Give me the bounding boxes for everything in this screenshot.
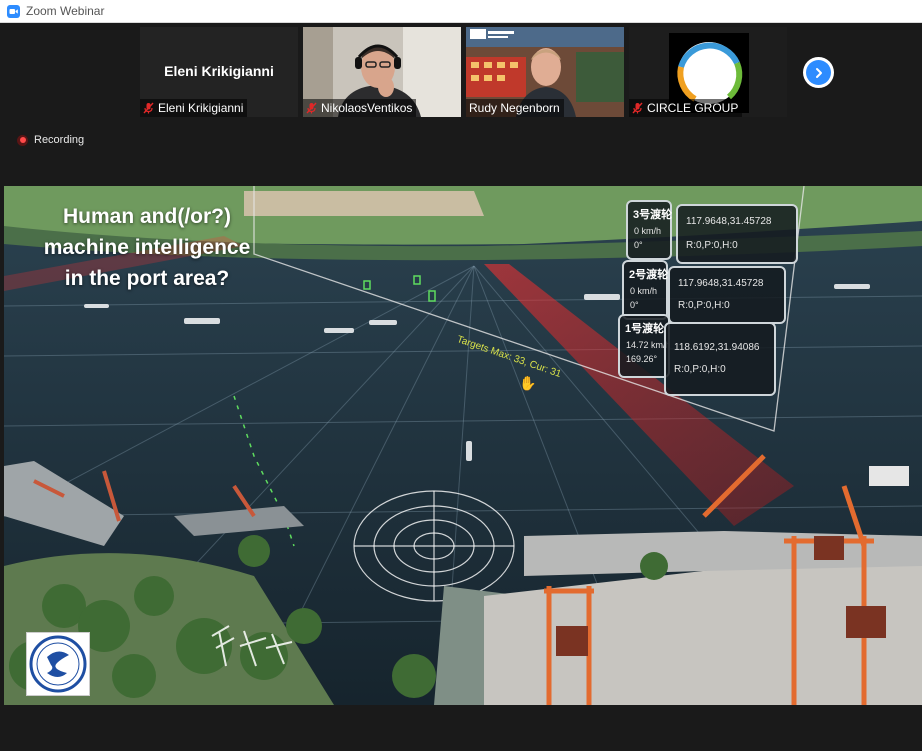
ship-orientation: R:0,P:0,H:0 [674,364,726,375]
ship-heading: 169.26° [626,354,658,364]
window-title: Zoom Webinar [26,4,105,18]
recording-dot-icon [17,134,28,146]
bottom-bar [0,705,922,751]
slide-heading-line: in the port area? [64,267,230,290]
recording-label: Recording [34,134,85,146]
recording-indicator[interactable]: Recording [17,134,84,146]
hand-cursor-icon: ✋ [519,375,537,391]
muted-mic-icon [143,102,154,114]
zoom-app-icon [7,4,20,18]
ship-coordinates: 117.9648,31.45728 [678,278,764,289]
ship-speed: 0 km/h [634,226,662,236]
ship-position-card: 117.9648,31.45728 R:0,P:0,H:0 [668,266,786,324]
chevron-right-icon [815,67,822,78]
ship-status-card: 3号渡轮 0 km/h 0° [626,200,672,260]
participant-name: Eleni Krikigianni [158,101,244,115]
title-bar: Zoom Webinar [0,0,922,23]
slide-heading-line: machine intelligence [43,236,251,259]
next-page-button[interactable] [803,57,834,88]
ship-name: 2号渡轮 [629,269,669,281]
ship-status-card: 1号渡轮 14.72 km/h 169.26° [618,314,671,378]
slide-heading-line: Human and(/or?) [63,205,231,228]
participant-name-label: CIRCLE GROUP [629,99,743,117]
ship-orientation: R:0,P:0,H:0 [686,240,738,251]
ship-name: 3号渡轮 [633,209,673,221]
participant-tile-active-speaker[interactable]: Rudy Negenborn [466,27,624,117]
participant-name: NikolaosVentikos [321,101,413,115]
muted-mic-icon [306,102,317,114]
participant-tile[interactable]: NikolaosVentikos [303,27,461,117]
ship-name: 1号渡轮 [625,323,665,335]
participant-name-label: Eleni Krikigianni [140,99,248,117]
next-page-button-inner [806,60,831,85]
ship-heading: 0° [634,240,643,250]
shared-screen: Human and(/or?) machine intelligence in … [4,186,922,705]
ship-coordinates: 118.6192,31.94086 [674,342,760,353]
ship-position-card: 118.6192,31.94086 R:0,P:0,H:0 [664,322,776,396]
participant-name: Rudy Negenborn [469,101,560,115]
ship-position-card: 117.9648,31.45728 R:0,P:0,H:0 [676,204,798,264]
participant-tile[interactable]: Eleni Krikigianni Eleni Krikigianni [140,27,298,117]
ship-orientation: R:0,P:0,H:0 [678,300,730,311]
ship-speed: 0 km/h [630,286,658,296]
university-logo [26,632,90,696]
participant-strip: Eleni Krikigianni Eleni Krikigianni Niko… [0,23,922,185]
ship-coordinates: 117.9648,31.45728 [686,216,772,227]
ship-heading: 0° [630,300,639,310]
participant-name-label: NikolaosVentikos [303,99,417,117]
slide-heading: Human and(/or?) machine intelligence in … [31,201,263,294]
participant-display-name: Eleni Krikigianni [164,63,274,79]
participant-name-label: Rudy Negenborn [466,99,564,117]
university-logo-mark [29,635,87,693]
participant-tile[interactable]: CIRCLE GROUP [629,27,787,117]
muted-mic-icon [632,102,643,114]
ship-status-card: 2号渡轮 0 km/h 0° [622,260,668,320]
participant-name: CIRCLE GROUP [647,101,739,115]
